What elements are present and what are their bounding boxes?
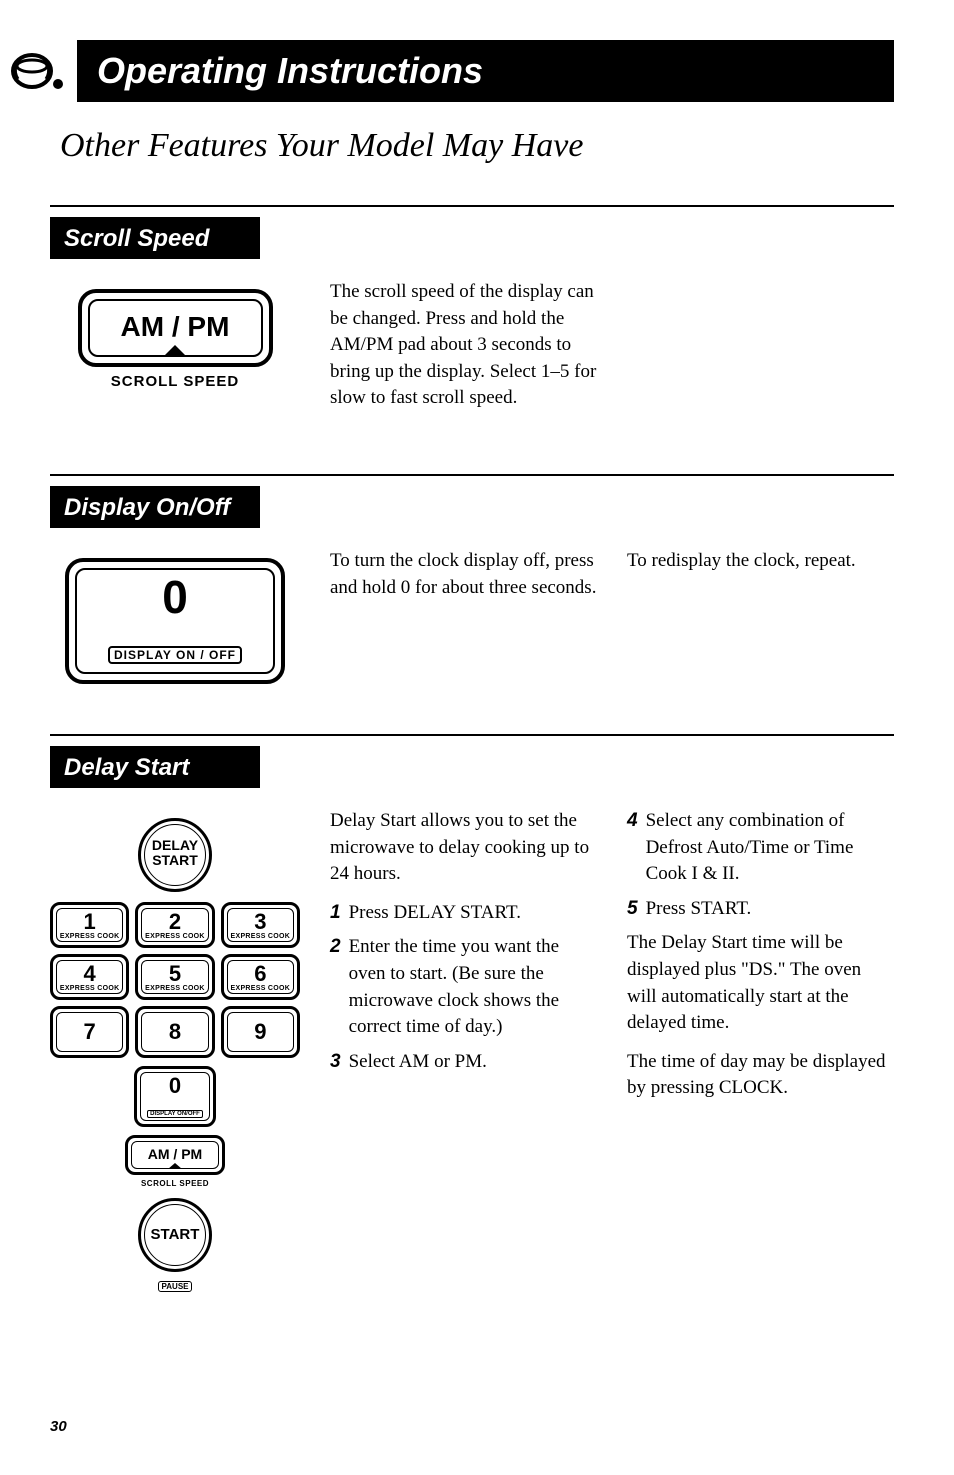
page-number: 30 xyxy=(50,1418,67,1435)
scroll-speed-paragraph: The scroll speed of the display can be c… xyxy=(330,279,597,412)
key-5: 5EXPRESS COOK xyxy=(135,954,214,1000)
step-5: 5 Press START. xyxy=(627,896,894,923)
section-display-onoff-heading-wrapper: Display On/Off xyxy=(50,474,894,528)
section-display-onoff-body: 0 DISPLAY ON / OFF To turn the clock dis… xyxy=(50,548,894,684)
step-1: 1 Press DELAY START. xyxy=(330,900,597,927)
keypad-illustration: DELAYSTART 1EXPRESS COOK 2EXPRESS COOK 3… xyxy=(50,808,300,1294)
display-onoff-col2: To redisplay the clock, repeat. xyxy=(627,548,894,575)
keypad-scroll-speed-label: SCROLL SPEED xyxy=(50,1179,300,1188)
step-3: 3 Select AM or PM. xyxy=(330,1049,597,1076)
display-onoff-text: To turn the clock display off, press and… xyxy=(330,548,894,684)
section-delay-start-body: DELAYSTART 1EXPRESS COOK 2EXPRESS COOK 3… xyxy=(50,808,894,1294)
display-onoff-label: DISPLAY ON / OFF xyxy=(108,646,242,664)
header-row: Operating Instructions xyxy=(10,40,894,102)
key-1: 1EXPRESS COOK xyxy=(50,902,129,948)
keypad-ampm-button: AM / PM xyxy=(125,1135,225,1175)
header-bar: Operating Instructions xyxy=(77,40,894,102)
delay-start-intro: Delay Start allows you to set the microw… xyxy=(330,808,597,888)
key-7: 7 xyxy=(50,1006,129,1058)
section-display-onoff-heading: Display On/Off xyxy=(50,486,260,528)
delay-start-para1: The Delay Start time will be displayed p… xyxy=(627,930,894,1036)
delay-start-para2: The time of day may be displayed by pres… xyxy=(627,1049,894,1102)
scroll-speed-label: SCROLL SPEED xyxy=(78,373,273,390)
dish-icon xyxy=(10,44,65,99)
section-delay-start-heading: Delay Start xyxy=(50,746,260,788)
section-scroll-speed-body: AM / PM SCROLL SPEED The scroll speed of… xyxy=(50,279,894,424)
delay-start-button-graphic: DELAYSTART xyxy=(138,818,212,892)
key-0: 0 DISPLAY ON/OFF xyxy=(134,1066,217,1127)
scroll-speed-text: The scroll speed of the display can be c… xyxy=(330,279,894,424)
ampm-button-illustration: AM / PM SCROLL SPEED xyxy=(50,279,300,424)
up-arrow-icon xyxy=(168,1163,182,1169)
key-4: 4EXPRESS COOK xyxy=(50,954,129,1000)
delay-start-text: Delay Start allows you to set the microw… xyxy=(330,808,894,1294)
zero-button-text: 0 xyxy=(77,574,273,620)
section-scroll-speed-heading-wrapper: Scroll Speed xyxy=(50,205,894,259)
header-title: Operating Instructions xyxy=(97,50,483,91)
zero-button-illustration: 0 DISPLAY ON / OFF xyxy=(50,548,300,684)
section-delay-start-heading-wrapper: Delay Start xyxy=(50,734,894,788)
key-2: 2EXPRESS COOK xyxy=(135,902,214,948)
pause-label: PAUSE xyxy=(158,1281,193,1292)
key-6: 6EXPRESS COOK xyxy=(221,954,300,1000)
step-2: 2 Enter the time you want the oven to st… xyxy=(330,934,597,1040)
ampm-button-text: AM / PM xyxy=(121,311,230,342)
page-title: Other Features Your Model May Have xyxy=(60,127,894,165)
up-arrow-icon xyxy=(163,345,187,357)
key-3: 3EXPRESS COOK xyxy=(221,902,300,948)
key-8: 8 xyxy=(135,1006,214,1058)
display-onoff-col1: To turn the clock display off, press and… xyxy=(330,548,597,601)
section-scroll-speed-heading: Scroll Speed xyxy=(50,217,260,259)
key-9: 9 xyxy=(221,1006,300,1058)
start-button-graphic: START xyxy=(138,1198,212,1272)
step-4: 4 Select any combination of Defrost Auto… xyxy=(627,808,894,888)
